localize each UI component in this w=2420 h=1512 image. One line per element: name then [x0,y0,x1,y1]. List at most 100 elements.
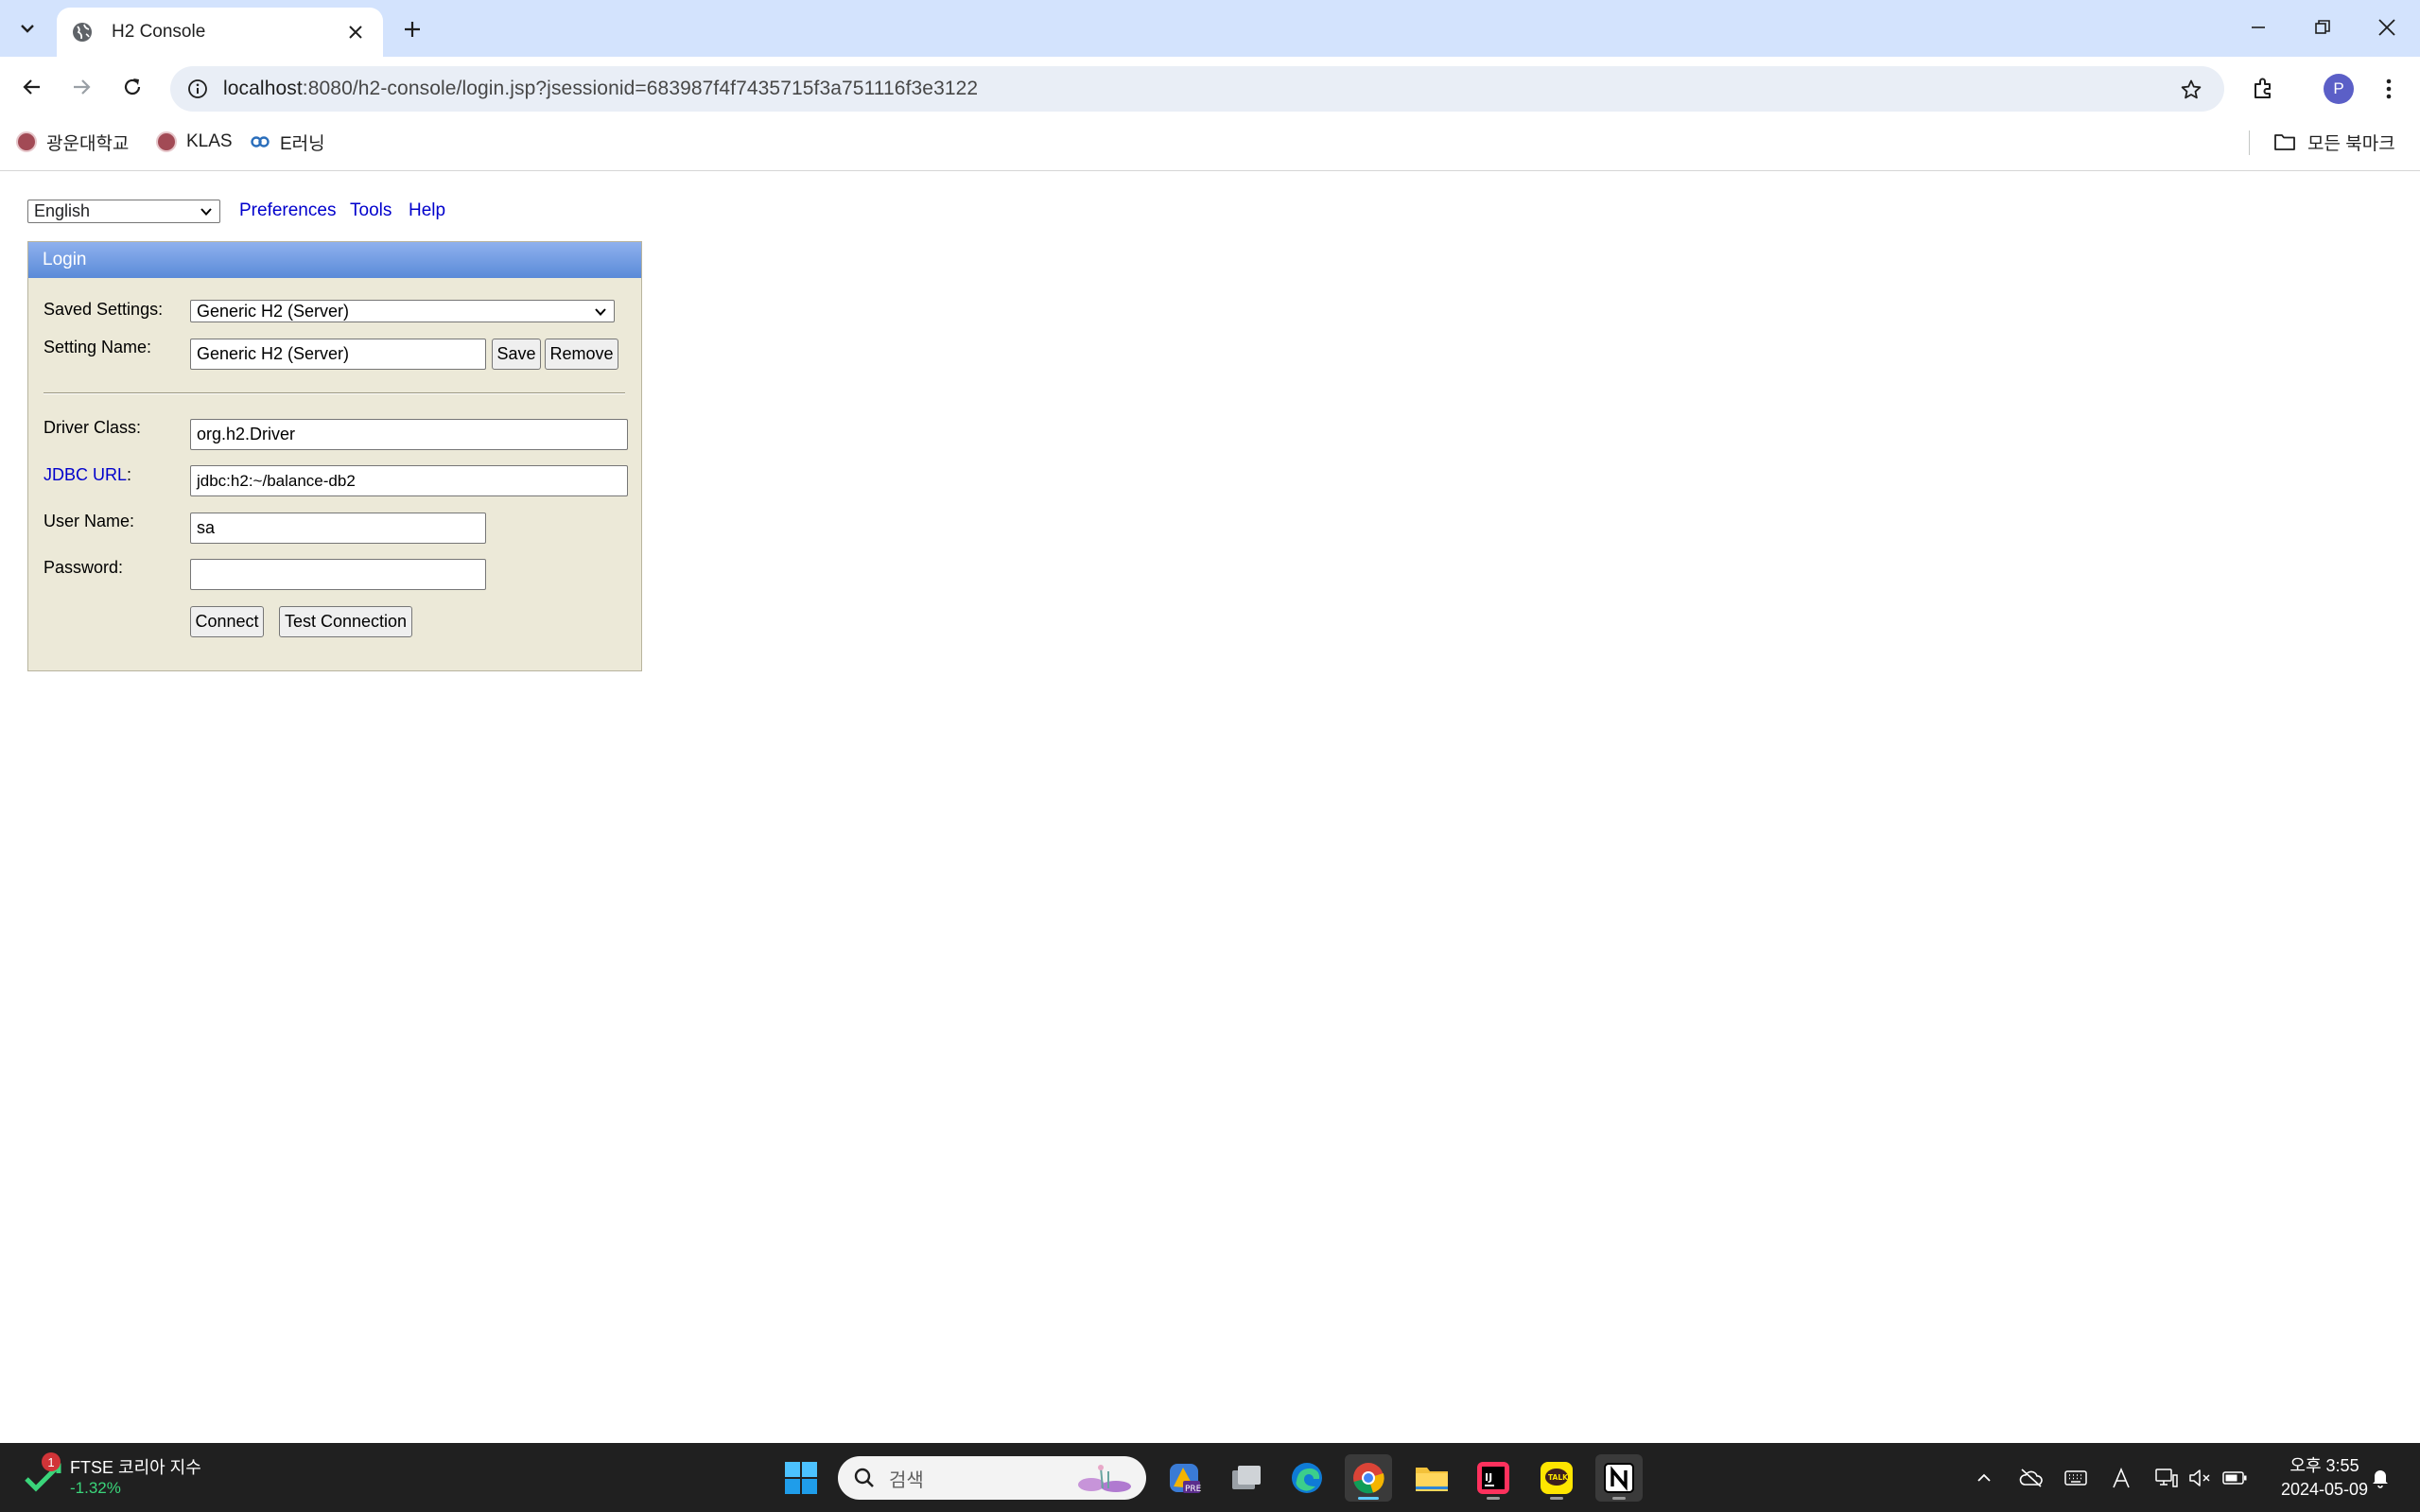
arrow-left-icon [23,79,40,95]
folder-icon [2274,134,2295,150]
reload-icon [124,78,141,96]
keyboard-icon [2064,1470,2087,1486]
restore-icon [2315,20,2330,34]
setting-name-input[interactable]: Generic H2 (Server) [190,339,486,370]
globe-icon [70,20,95,44]
letter-a-icon [2113,1467,2130,1488]
info-icon[interactable] [182,73,214,105]
plus-icon [405,22,420,37]
file-explorer-app[interactable] [1408,1454,1455,1502]
svg-text:PRE: PRE [1185,1485,1202,1494]
back-button[interactable] [11,66,53,108]
windows-icon [785,1462,817,1494]
jdbc-url-input[interactable]: jdbc:h2:~/balance-db2 [190,465,628,496]
notifications-button[interactable] [2364,1462,2396,1494]
save-button[interactable]: Save [492,339,541,370]
language-select[interactable]: English [27,200,220,223]
saved-settings-select[interactable]: Generic H2 (Server) [190,300,615,322]
search-placeholder: 검색 [889,1469,924,1491]
password-input[interactable] [190,559,486,590]
preferences-link[interactable]: Preferences [239,200,336,221]
volume-tray-icon[interactable] [2185,1462,2217,1494]
task-view-app[interactable] [1223,1454,1270,1502]
ticker-name: FTSE 코리아 지수 [70,1458,201,1477]
intellij-app[interactable]: IJ [1470,1454,1517,1502]
running-indicator [1487,1497,1500,1500]
reload-button[interactable] [112,66,153,108]
edge-app[interactable] [1283,1454,1331,1502]
remove-button[interactable]: Remove [545,339,618,370]
extensions-button[interactable] [2242,68,2284,110]
tab-strip: H2 Console [0,0,2420,57]
university-icon [156,131,177,152]
password-label: Password: [44,558,124,577]
chrome-icon [1353,1463,1384,1494]
running-indicator [1550,1497,1563,1500]
address-bar[interactable]: localhost:8080/h2-console/login.jsp?jses… [170,66,2224,112]
close-icon [2378,19,2395,36]
bookmark-label: KLAS [186,131,233,151]
bookmark-star-button[interactable] [2175,74,2207,106]
login-panel: Login Saved Settings: Generic H2 (Server… [27,241,642,671]
running-indicator [1612,1497,1626,1500]
help-link[interactable]: Help [409,200,445,221]
test-connection-button[interactable]: Test Connection [279,606,412,637]
page-content: English Preferences Tools Help Login Sav… [0,171,2420,1443]
folder-icon [1416,1468,1448,1491]
user-name-input[interactable]: sa [190,513,486,544]
tab-title: H2 Console [112,22,206,42]
user-name-label: User Name: [44,512,135,530]
bell-icon [2373,1470,2388,1488]
onedrive-tray-icon[interactable] [2015,1462,2047,1494]
chrome-app[interactable] [1345,1454,1392,1502]
copilot-icon: PRE [1170,1464,1202,1494]
input-method-tray-icon[interactable] [2105,1462,2137,1494]
bookmark-klas[interactable]: KLAS [156,127,233,157]
all-bookmarks-button[interactable]: 모든 북마크 [2273,127,2395,157]
chevron-down-icon [595,308,606,316]
url-host: localhost [223,78,303,99]
url-path: :8080/h2-console/login.jsp?jsessionid=68… [302,78,979,99]
bookmark-elearning[interactable]: E러닝 [250,127,325,157]
driver-class-label: Driver Class: [44,418,142,437]
close-icon [349,26,362,39]
battery-icon [2222,1471,2247,1485]
tools-link[interactable]: Tools [350,200,392,221]
close-window-button[interactable] [2349,6,2420,49]
keyboard-tray-icon[interactable] [2060,1462,2092,1494]
profile-button[interactable]: P [2318,68,2359,110]
tab-close-button[interactable] [341,18,370,46]
puzzle-icon [2255,78,2271,98]
new-tab-button[interactable] [395,13,429,45]
url-text: localhost:8080/h2-console/login.jsp?jses… [223,78,978,100]
task-view-icon [1232,1466,1261,1489]
widgets-button[interactable]: 1 FTSE 코리아 지수 -1.32% [25,1452,252,1503]
saved-settings-value: Generic H2 (Server) [197,301,350,321]
bookmark-kwangwoon[interactable]: 광운대학교 [16,127,129,157]
notion-app[interactable] [1595,1454,1643,1502]
kakaotalk-app[interactable]: TALK [1533,1454,1580,1502]
jdbc-url-help-link[interactable]: JDBC URL [44,465,127,484]
copilot-app[interactable]: PRE [1160,1454,1208,1502]
all-bookmarks-label: 모든 북마크 [2307,133,2395,154]
tab-search-button[interactable] [9,11,45,45]
battery-tray-icon[interactable] [2219,1462,2251,1494]
driver-class-input[interactable]: org.h2.Driver [190,419,628,450]
chevron-down-icon [21,25,34,33]
volume-muted-icon [2189,1469,2210,1486]
show-hidden-icons-button[interactable] [1968,1462,2000,1494]
setting-name-label: Setting Name: [44,338,152,356]
taskbar-search[interactable]: 검색 [838,1456,1146,1500]
browser-tab[interactable]: H2 Console [57,8,383,57]
kakaotalk-icon: TALK [1541,1462,1573,1494]
university-icon [16,131,37,152]
chevron-down-icon [200,208,212,216]
svg-text:IJ: IJ [1485,1471,1492,1484]
bookmarks-separator [2249,130,2250,155]
network-tray-icon[interactable] [2150,1462,2183,1494]
more-vert-icon [2386,78,2392,99]
menu-button[interactable] [2368,68,2410,110]
forward-button[interactable] [61,66,102,108]
start-button[interactable] [777,1454,825,1502]
connect-button[interactable]: Connect [190,606,264,637]
